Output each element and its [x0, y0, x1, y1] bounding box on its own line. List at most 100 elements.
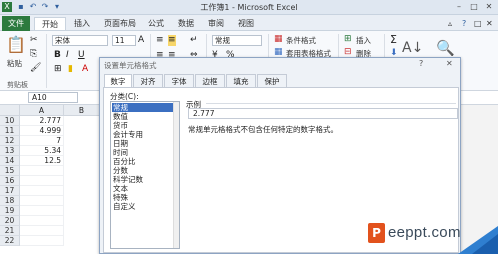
sort-filter-icon[interactable]: A↓ — [402, 37, 423, 59]
select-all-corner[interactable] — [0, 105, 20, 116]
eeppt-logo-icon: P — [368, 223, 385, 243]
cell-a17[interactable] — [20, 186, 64, 196]
category-custom[interactable]: 自定义 — [112, 202, 178, 211]
cell-a19[interactable] — [20, 206, 64, 216]
font-size-select[interactable]: 11 — [112, 35, 136, 46]
italic-icon[interactable]: I — [66, 50, 69, 61]
tab-border[interactable]: 边框 — [195, 74, 225, 87]
row-header[interactable]: 20 — [0, 216, 20, 226]
insert-button[interactable]: 插入 — [356, 35, 371, 46]
tab-view[interactable]: 视图 — [238, 17, 254, 30]
category-accounting[interactable]: 会计专用 — [112, 130, 178, 139]
fill-color-icon[interactable]: ▮ — [68, 64, 73, 75]
tab-home[interactable]: 开始 — [34, 17, 66, 30]
bold-icon[interactable]: B — [54, 50, 61, 61]
tab-font[interactable]: 字体 — [164, 74, 194, 87]
cell-a10[interactable]: 2.777 — [20, 116, 64, 126]
row-header[interactable]: 17 — [0, 186, 20, 196]
cell-a18[interactable] — [20, 196, 64, 206]
tab-insert[interactable]: 插入 — [74, 17, 90, 30]
row-header[interactable]: 19 — [0, 206, 20, 216]
row-header[interactable]: 13 — [0, 146, 20, 156]
watermark-text: eeppt.com — [388, 224, 461, 241]
paste-button[interactable]: 粘贴 — [7, 58, 22, 69]
dialog-close-button[interactable]: ✕ — [446, 59, 453, 68]
cell-a12[interactable]: 7 — [20, 136, 64, 146]
category-list[interactable]: 常规 数值 货币 会计专用 日期 时间 百分比 分数 科学记数 文本 特殊 自定… — [110, 101, 180, 249]
cell-a16[interactable] — [20, 176, 64, 186]
conditional-format-icon[interactable]: ▦ — [274, 34, 283, 45]
tab-fill[interactable]: 填充 — [226, 74, 256, 87]
paste-icon[interactable]: 📋 — [6, 35, 26, 55]
tab-alignment[interactable]: 对齐 — [133, 74, 163, 87]
close-workbook-icon[interactable]: ✕ — [486, 17, 493, 30]
align-middle-icon[interactable]: ≡ — [168, 35, 176, 46]
column-header-a[interactable]: A — [20, 105, 64, 116]
row-header[interactable]: 15 — [0, 166, 20, 176]
row-header[interactable]: 21 — [0, 226, 20, 236]
conditional-format-button[interactable]: 条件格式 — [286, 35, 316, 46]
insert-cells-icon[interactable]: ⊞ — [344, 34, 352, 45]
cell-a13[interactable]: 5.34 — [20, 146, 64, 156]
minimize-ribbon-icon[interactable]: ▵ — [448, 17, 452, 30]
dialog-help-button[interactable]: ? — [419, 59, 423, 68]
cell-a21[interactable] — [20, 226, 64, 236]
category-scientific[interactable]: 科学记数 — [112, 175, 178, 184]
category-scrollbar[interactable] — [173, 102, 179, 248]
tab-page-layout[interactable]: 页面布局 — [104, 17, 136, 30]
row-header[interactable]: 16 — [0, 176, 20, 186]
category-text[interactable]: 文本 — [112, 184, 178, 193]
tab-formulas[interactable]: 公式 — [148, 17, 164, 30]
dialog-title: 设置单元格格式 — [104, 61, 157, 70]
find-select-icon[interactable]: 🔍 — [436, 37, 455, 59]
category-percentage[interactable]: 百分比 — [112, 157, 178, 166]
tab-protection[interactable]: 保护 — [257, 74, 287, 87]
grow-font-icon[interactable]: A — [138, 35, 144, 46]
restore-icon[interactable]: □ — [474, 17, 482, 30]
maximize-button[interactable]: □ — [467, 1, 481, 13]
cell-a22[interactable] — [20, 236, 64, 246]
worksheet-grid[interactable]: A B 10 2.777 11 4.999 12 7 13 5.34 14 12… — [0, 105, 100, 254]
category-currency[interactable]: 货币 — [112, 121, 178, 130]
cell-a20[interactable] — [20, 216, 64, 226]
borders-icon[interactable]: ⊞ — [54, 64, 62, 75]
page-curl-icon — [458, 226, 498, 254]
minimize-button[interactable]: – — [452, 1, 466, 13]
category-date[interactable]: 日期 — [112, 139, 178, 148]
wrap-text-icon[interactable]: ↵ — [190, 35, 198, 46]
close-button[interactable]: ✕ — [482, 1, 496, 13]
row-header[interactable]: 10 — [0, 116, 20, 126]
tab-file[interactable]: 文件 — [2, 16, 30, 31]
row-header[interactable]: 11 — [0, 126, 20, 136]
tab-review[interactable]: 审阅 — [208, 17, 224, 30]
category-general[interactable]: 常规 — [112, 103, 178, 112]
watermark: P eeppt.com — [368, 219, 498, 254]
cut-icon[interactable]: ✂ — [30, 35, 38, 46]
copy-icon[interactable]: ⎘ — [30, 49, 37, 60]
format-painter-icon[interactable]: 🖌 — [30, 63, 41, 74]
font-name-select[interactable]: 宋体 — [52, 35, 108, 46]
cell-a14[interactable]: 12.5 — [20, 156, 64, 166]
row-header[interactable]: 14 — [0, 156, 20, 166]
cell-a11[interactable]: 4.999 — [20, 126, 64, 136]
font-color-icon[interactable]: A — [82, 64, 88, 75]
category-fraction[interactable]: 分数 — [112, 166, 178, 175]
row-header[interactable]: 18 — [0, 196, 20, 206]
row-header[interactable]: 12 — [0, 136, 20, 146]
column-header-b[interactable]: B — [64, 105, 100, 116]
help-icon[interactable]: ? — [462, 17, 466, 30]
underline-icon[interactable]: U — [78, 50, 85, 61]
number-format-select[interactable]: 常规 — [212, 35, 262, 46]
sample-divider — [206, 103, 456, 104]
tab-data[interactable]: 数据 — [178, 17, 194, 30]
category-time[interactable]: 时间 — [112, 148, 178, 157]
category-number[interactable]: 数值 — [112, 112, 178, 121]
category-special[interactable]: 特殊 — [112, 193, 178, 202]
autosum-icon[interactable]: Σ — [390, 34, 397, 45]
align-top-icon[interactable]: ≡ — [156, 35, 164, 46]
cell-a15[interactable] — [20, 166, 64, 176]
window-title: 工作簿1 - Microsoft Excel — [200, 3, 298, 12]
name-box[interactable]: A10 — [28, 92, 78, 103]
tab-number[interactable]: 数字 — [104, 74, 132, 88]
row-header[interactable]: 22 — [0, 236, 20, 246]
